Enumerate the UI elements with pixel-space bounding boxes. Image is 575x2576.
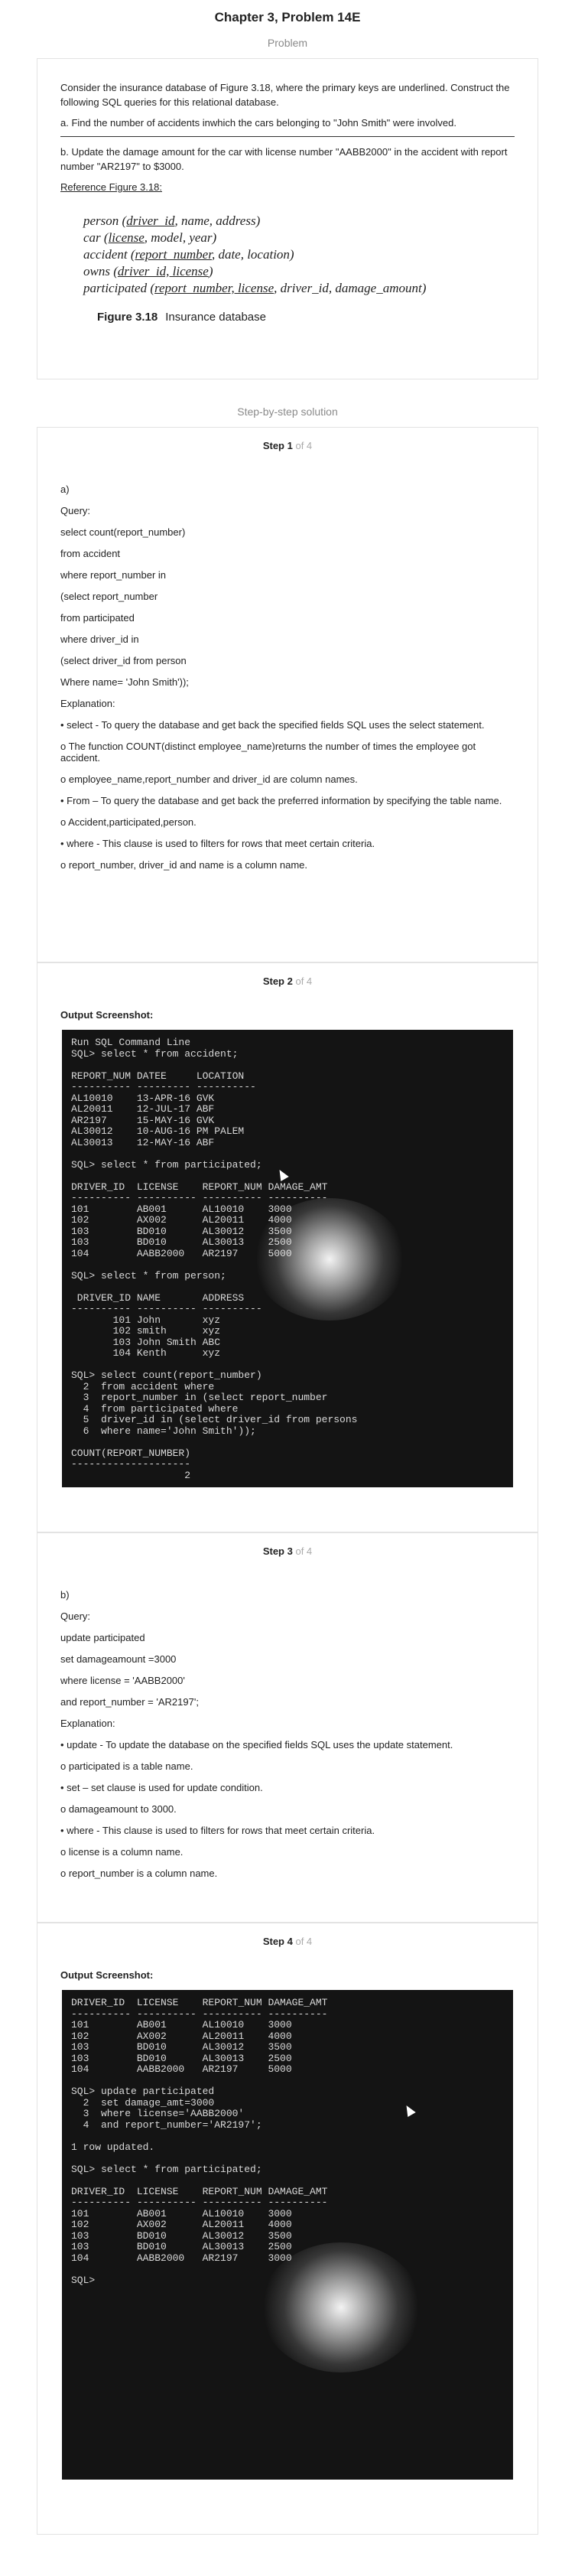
step-1-line: Where name= 'John Smith')); — [60, 676, 189, 688]
problem-part-a: a. Find the number of accidents inwhich … — [60, 117, 456, 129]
step-1-line: a) — [60, 484, 70, 495]
problem-intro: Consider the insurance database of Figur… — [60, 82, 510, 108]
schema-list: person (driver_id, name, address) car (l… — [83, 213, 515, 297]
step-1-line: from accident — [60, 548, 121, 559]
step-2-heading: Output Screenshot: — [60, 1009, 154, 1021]
step-3-header: Step 3 of 4 — [262, 1545, 313, 1557]
step-3-card: Step 3 of 4 b) Query: update participated s… — [37, 1532, 538, 1923]
solution-label: Step-by-step solution — [237, 405, 338, 418]
step-1-line: o The function COUNT(distinct employee_n… — [60, 741, 476, 764]
step-3-line: b) — [60, 1589, 70, 1601]
glare — [253, 1198, 406, 1321]
output-screenshot-1: Run SQL Command Line SQL> select * from … — [62, 1030, 513, 1487]
schema-participated: participated (report_number, license, dr… — [83, 281, 427, 295]
figure-caption: Figure 3.18 Insurance database — [97, 311, 266, 324]
problem-label: Problem — [267, 37, 308, 49]
step-1-card: Step 1 of 4 a) Query: select count(report_… — [37, 427, 538, 962]
step-1-line: (select driver_id from person — [60, 655, 187, 666]
step-3-line: o participated is a table name. — [60, 1760, 193, 1772]
step-1-line: (select report_number — [60, 591, 158, 602]
step-3-line: and report_number = 'AR2197'; — [60, 1696, 199, 1708]
step-1-line: from participated — [60, 612, 135, 624]
step-4-card: Step 4 of 4 Output Screenshot: DRIVER_ID… — [37, 1923, 538, 2535]
step-3-line: Query: — [60, 1610, 91, 1622]
step-3-line: o damageamount to 3000. — [60, 1803, 177, 1815]
step-3-line: • update - To update the database on the… — [60, 1739, 453, 1750]
step-1-line: • where - This clause is used to filters… — [60, 838, 375, 849]
schema-accident: accident (report_number, date, location) — [83, 247, 294, 262]
step-3-line: • set – set clause is used for update co… — [60, 1782, 263, 1793]
divider — [60, 136, 515, 137]
problem-part-b: b. Update the damage amount for the car … — [60, 146, 508, 172]
step-1-line: o report_number, driver_id and name is a… — [60, 859, 308, 871]
step-1-line: Query: — [60, 505, 91, 516]
step-1-line: o Accident,participated,person. — [60, 816, 197, 828]
step-4-heading: Output Screenshot: — [60, 1969, 154, 1981]
step-1-line: o employee_name,report_number and driver… — [60, 773, 358, 785]
page-title: Chapter 3, Problem 14E — [214, 10, 361, 24]
step-1-line: where report_number in — [60, 569, 167, 581]
step-1-line: select count(report_number) — [60, 526, 186, 538]
glare — [261, 2242, 421, 2372]
schema-car: car (license, model, year) — [83, 230, 217, 245]
step-3-line: • where - This clause is used to filters… — [60, 1825, 375, 1836]
step-2-card: Step 2 of 4 Output Screenshot: Run SQL C… — [37, 962, 538, 1532]
step-3-line: o report_number is a column name. — [60, 1868, 218, 1879]
step-4-header: Step 4 of 4 — [262, 1936, 313, 1947]
output-screenshot-2: DRIVER_ID LICENSE REPORT_NUM DAMAGE_AMT … — [62, 1990, 513, 2480]
step-1-line: Explanation: — [60, 698, 115, 709]
step-1-line: • From – To query the database and get b… — [60, 795, 502, 806]
step-3-line: update participated — [60, 1632, 145, 1643]
step-3-line: set damageamount =3000 — [60, 1653, 177, 1665]
schema-person: person (driver_id, name, address) — [83, 213, 261, 228]
step-1-line: • select - To query the database and get… — [60, 719, 485, 731]
schema-owns: owns (driver_id, license) — [83, 264, 213, 278]
step-2-header: Step 2 of 4 — [262, 975, 313, 987]
step-3-line: o license is a column name. — [60, 1846, 184, 1858]
step-3-line: where license = 'AABB2000' — [60, 1675, 185, 1686]
step-3-line: Explanation: — [60, 1718, 115, 1729]
step-1-line: where driver_id in — [60, 633, 139, 645]
figure-reference: Reference Figure 3.18: — [60, 181, 162, 193]
problem-card: Consider the insurance database of Figur… — [37, 58, 538, 379]
step-1-header: Step 1 of 4 — [262, 440, 313, 451]
